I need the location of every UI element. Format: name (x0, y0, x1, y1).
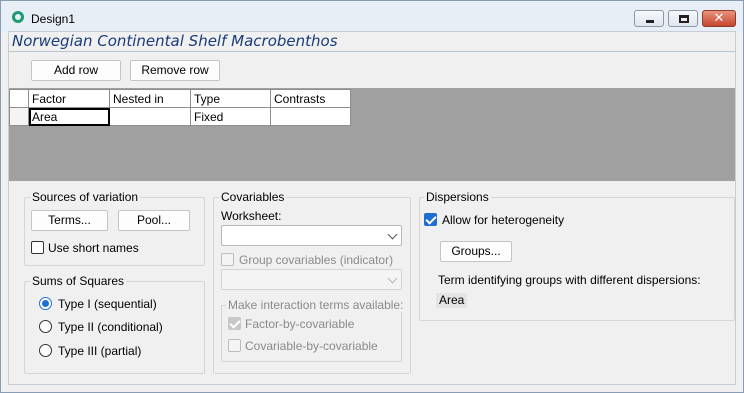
worksheet-label: Worksheet: (221, 209, 282, 223)
covariables-label: Covariables (219, 190, 287, 204)
minimize-button[interactable] (634, 10, 664, 27)
chevron-down-icon (387, 273, 398, 284)
add-row-button[interactable]: Add row (31, 60, 121, 81)
table-row: Area Fixed (9, 107, 351, 126)
column-header-type[interactable]: Type (190, 89, 271, 108)
covariable-by-covariable-label: Covariable-by-covariable (245, 339, 378, 353)
column-header-factor[interactable]: Factor (28, 89, 110, 108)
remove-row-button[interactable]: Remove row (130, 60, 220, 81)
term-groups-value[interactable]: Area (436, 293, 468, 308)
type-i-label: Type I (sequential) (58, 297, 157, 311)
close-button[interactable]: ✕ (702, 10, 736, 27)
sums-of-squares-label: Sums of Squares (30, 274, 127, 288)
row-header[interactable] (9, 107, 29, 126)
factor-table: Factor Nested in Type Contrasts Area Fix… (9, 89, 351, 126)
factor-by-covariable-label: Factor-by-covariable (245, 317, 355, 331)
table-header-row: Factor Nested in Type Contrasts (9, 89, 351, 108)
title-divider (9, 51, 735, 52)
cell-type[interactable]: Fixed (190, 107, 271, 126)
cell-contrasts[interactable] (270, 107, 351, 126)
type-i-radio[interactable] (39, 297, 52, 310)
type-ii-radio[interactable] (39, 320, 52, 333)
cell-factor[interactable]: Area (28, 107, 110, 126)
type-iii-radio[interactable] (39, 344, 52, 357)
interaction-terms-group (221, 305, 402, 362)
groups-button[interactable]: Groups... (440, 241, 512, 262)
worksheet-select[interactable] (221, 225, 402, 246)
window-title: Design1 (31, 12, 76, 26)
maximize-icon (679, 15, 689, 23)
group-covariables-checkbox[interactable] (221, 253, 234, 266)
design-title: Norwegian Continental Shelf Macrobenthos (12, 32, 338, 50)
sources-of-variation-group (24, 197, 205, 266)
group-covariables-label: Group covariables (indicator) (239, 253, 394, 267)
corner-cell[interactable] (9, 89, 29, 108)
allow-heterogeneity-checkbox[interactable] (424, 213, 437, 226)
factor-by-covariable-checkbox[interactable] (228, 317, 241, 330)
term-groups-label: Term identifying groups with different d… (438, 273, 701, 287)
app-icon (12, 11, 24, 23)
allow-heterogeneity-label: Allow for heterogeneity (442, 213, 565, 227)
use-short-names-label: Use short names (48, 241, 139, 255)
maximize-button[interactable] (668, 10, 698, 27)
close-icon: ✕ (713, 11, 725, 26)
type-ii-label: Type II (conditional) (58, 320, 163, 334)
column-header-nested-in[interactable]: Nested in (109, 89, 191, 108)
minimize-icon (646, 20, 654, 23)
terms-button[interactable]: Terms... (31, 210, 108, 231)
type-iii-label: Type III (partial) (58, 344, 142, 358)
sources-of-variation-label: Sources of variation (30, 190, 141, 204)
cell-nested-in[interactable] (109, 107, 191, 126)
covariable-by-covariable-checkbox[interactable] (228, 339, 241, 352)
group-covariables-select[interactable] (221, 269, 402, 290)
title-bar[interactable]: Design1 ✕ (1, 1, 743, 32)
column-header-contrasts[interactable]: Contrasts (270, 89, 351, 108)
interaction-terms-label: Make interaction terms available: (226, 298, 406, 312)
use-short-names-checkbox[interactable] (31, 241, 44, 254)
pool-button[interactable]: Pool... (118, 210, 190, 231)
dispersions-label: Dispersions (424, 190, 491, 204)
chevron-down-icon (387, 229, 398, 240)
